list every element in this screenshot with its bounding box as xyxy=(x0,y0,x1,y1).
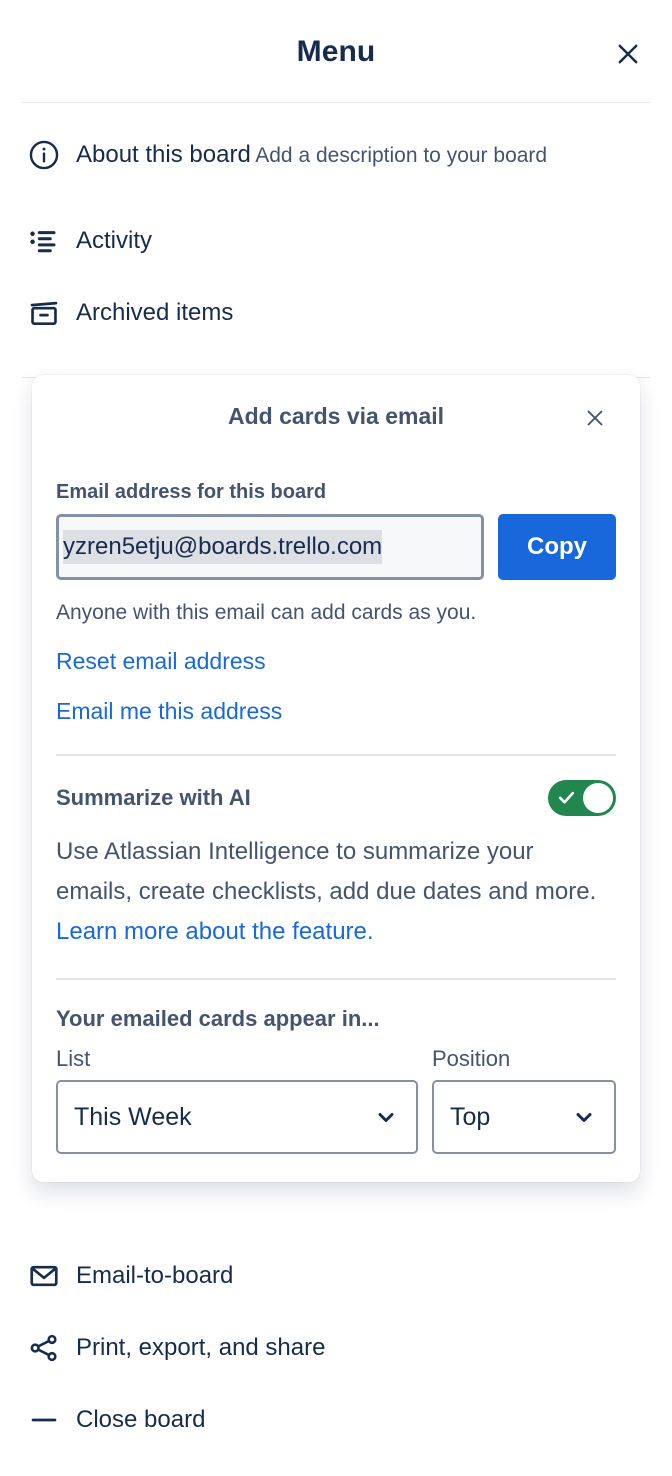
close-menu-button[interactable] xyxy=(606,32,650,76)
page-title: Menu xyxy=(296,34,376,68)
envelope-icon xyxy=(22,1254,66,1298)
share-icon xyxy=(22,1326,66,1370)
popover-close-button[interactable] xyxy=(576,399,614,437)
chevron-down-icon xyxy=(572,1105,596,1129)
popover-title: Add cards via email xyxy=(227,402,445,429)
menu-item-email-to-board[interactable]: Email-to-board xyxy=(0,1240,672,1312)
copy-button[interactable]: Copy xyxy=(498,514,616,580)
destination-selects-row: List This Week Position Top xyxy=(56,1046,616,1154)
menu-item-close-board[interactable]: Close board xyxy=(0,1384,672,1456)
board-email-value: yzren5etju@boards.trello.com xyxy=(63,530,383,564)
menu-item-label: Archived items xyxy=(76,299,234,326)
list-select[interactable]: This Week xyxy=(56,1080,418,1154)
info-circle-icon xyxy=(22,133,66,177)
menu-item-archived-items[interactable]: Archived items xyxy=(0,291,672,363)
reset-email-address-link[interactable]: Reset email address xyxy=(56,644,616,678)
position-select-group: Position Top xyxy=(432,1046,616,1154)
menu-list-top: About this board Add a description to yo… xyxy=(0,103,672,378)
list-select-value: This Week xyxy=(74,1102,192,1131)
menu-item-label: Print, export, and share xyxy=(76,1334,326,1361)
menu-list-bottom: Email-to-board Print, export, and share xyxy=(0,1240,672,1456)
menu-item-label: Email-to-board xyxy=(76,1262,234,1289)
header-divider xyxy=(22,102,650,103)
position-select-value: Top xyxy=(450,1102,491,1131)
menu-item-label: About this board xyxy=(76,141,251,168)
email-me-this-address-link[interactable]: Email me this address xyxy=(56,694,616,728)
menu-item-about-this-board[interactable]: About this board Add a description to yo… xyxy=(0,133,672,219)
menu-screen: Menu About this board Add a description … xyxy=(0,0,672,1476)
position-select[interactable]: Top xyxy=(432,1080,616,1154)
summarize-with-ai-toggle[interactable] xyxy=(548,780,616,816)
archive-box-icon xyxy=(22,291,66,335)
emailed-cards-appear-in-title: Your emailed cards appear in... xyxy=(56,1006,380,1031)
popover-divider-1 xyxy=(56,754,616,756)
close-icon xyxy=(587,410,603,426)
list-select-label: List xyxy=(56,1046,91,1071)
summarize-with-ai-description: Use Atlassian Intelligence to summarize … xyxy=(56,832,616,952)
activity-list-icon xyxy=(22,219,66,263)
menu-item-sublabel: Add a description to your board xyxy=(255,144,548,167)
menu-item-activity[interactable]: Activity xyxy=(0,219,672,291)
summarize-with-ai-row: Summarize with AI xyxy=(56,780,616,816)
menu-header: Menu xyxy=(0,0,672,103)
summarize-with-ai-label: Summarize with AI xyxy=(56,785,251,810)
chevron-down-icon xyxy=(374,1105,398,1129)
email-helper-text: Anyone with this email can add cards as … xyxy=(56,601,477,624)
position-select-label: Position xyxy=(432,1046,511,1071)
close-icon xyxy=(618,44,638,64)
popover-divider-2 xyxy=(56,978,616,980)
list-select-group: List This Week xyxy=(56,1046,418,1154)
ai-description-text: Use Atlassian Intelligence to summarize … xyxy=(56,838,597,905)
learn-more-link[interactable]: Learn more about the feature. xyxy=(56,918,374,945)
popover-header: Add cards via email xyxy=(56,375,616,457)
check-icon xyxy=(557,788,576,812)
email-address-row: yzren5etju@boards.trello.com Copy xyxy=(56,514,616,580)
board-email-input[interactable]: yzren5etju@boards.trello.com xyxy=(56,514,484,580)
menu-item-label: Close board xyxy=(76,1406,206,1433)
toggle-knob xyxy=(583,783,613,813)
minus-icon xyxy=(22,1398,66,1442)
menu-item-label: Activity xyxy=(76,227,153,254)
email-field-label: Email address for this board xyxy=(56,481,327,503)
add-cards-via-email-popover: Add cards via email Email address for th… xyxy=(32,375,640,1182)
menu-item-print-export-share[interactable]: Print, export, and share xyxy=(0,1312,672,1384)
